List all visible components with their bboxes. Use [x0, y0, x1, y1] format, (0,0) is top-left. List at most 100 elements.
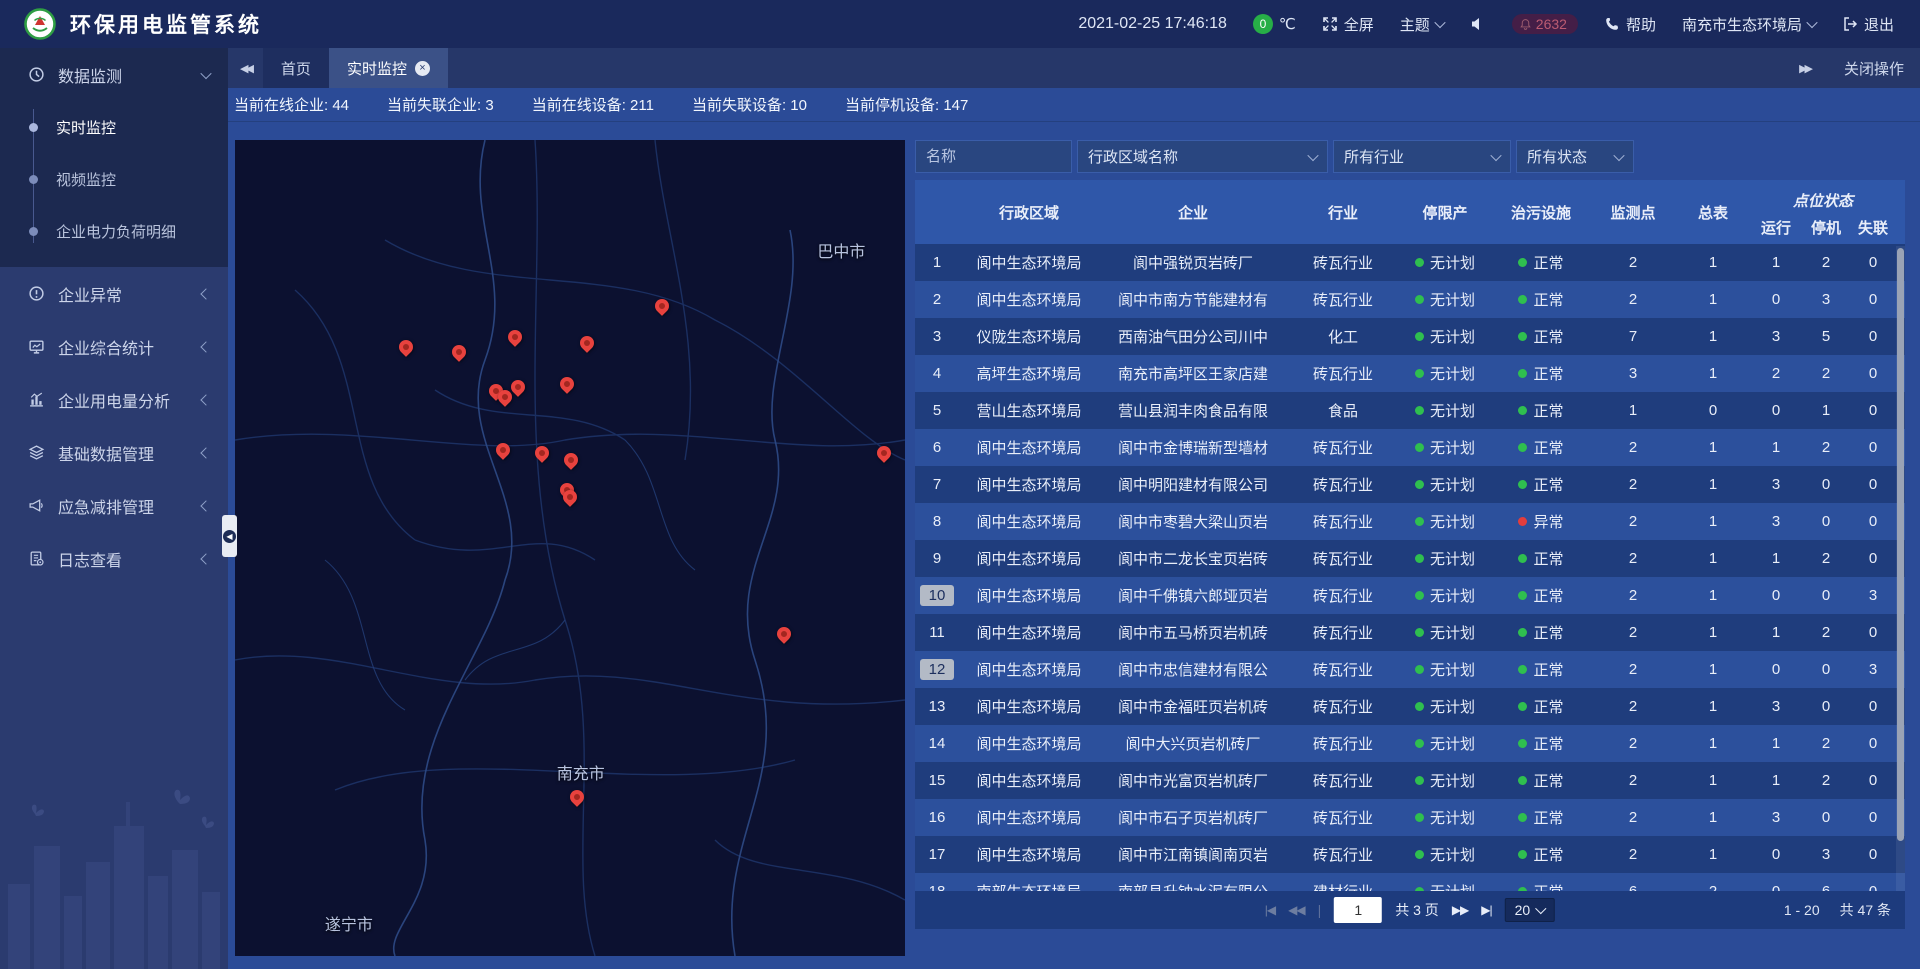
tab-首页[interactable]: 首页	[263, 48, 329, 88]
cell-industry: 砖瓦行业	[1287, 770, 1399, 791]
cell-run: 3	[1751, 328, 1801, 345]
table-row[interactable]: 6阆中生态环境局阆中市金博瑞新型墙材砖瓦行业无计划正常21120	[915, 429, 1905, 466]
cell-meter: 1	[1675, 439, 1751, 456]
first-page-button[interactable]: |◀	[1265, 903, 1275, 917]
tab-close-icon[interactable]: ×	[415, 61, 430, 76]
sidebar-item-6[interactable]: 日志查看	[0, 532, 228, 585]
table-row[interactable]: 9阆中生态环境局阆中市二龙长宝页岩砖砖瓦行业无计划正常21120	[915, 540, 1905, 577]
table-row[interactable]: 5营山生态环境局营山县润丰肉食品有限食品无计划正常10010	[915, 392, 1905, 429]
table-row[interactable]: 14阆中生态环境局阆中大兴页岩机砖厂砖瓦行业无计划正常21120	[915, 725, 1905, 762]
sidebar-item-4[interactable]: 基础数据管理	[0, 426, 228, 479]
cell-industry: 砖瓦行业	[1287, 622, 1399, 643]
region-filter-select[interactable]: 行政区域名称	[1077, 140, 1328, 173]
status-text: 无计划	[1430, 292, 1475, 309]
table-row[interactable]: 8阆中生态环境局阆中市枣碧大梁山页岩砖瓦行业无计划异常21300	[915, 503, 1905, 540]
table-row[interactable]: 1阆中生态环境局阆中强锐页岩砖厂砖瓦行业无计划正常21120	[915, 244, 1905, 281]
row-index: 9	[915, 550, 959, 567]
table-row[interactable]: 17阆中生态环境局阆中市江南镇阆南页岩砖瓦行业无计划正常21030	[915, 836, 1905, 873]
cell-halt: 5	[1801, 328, 1851, 345]
table-row[interactable]: 12阆中生态环境局阆中市忠信建材有限公砖瓦行业无计划正常21003	[915, 651, 1905, 688]
cell-region: 高坪生态环境局	[959, 363, 1099, 384]
status-ok-dot	[1518, 739, 1527, 748]
table-row[interactable]: 2阆中生态环境局阆中市南方节能建材有砖瓦行业无计划正常21030	[915, 281, 1905, 318]
name-filter-input[interactable]	[915, 140, 1072, 173]
table-row[interactable]: 3仪陇生态环境局西南油气田分公司川中化工无计划正常71350	[915, 318, 1905, 355]
cell-meter: 1	[1675, 735, 1751, 752]
cell-halt: 1	[1801, 402, 1851, 419]
table-row[interactable]: 7阆中生态环境局阆中明阳建材有限公司砖瓦行业无计划正常21300	[915, 466, 1905, 503]
page-size-select[interactable]: 20	[1505, 898, 1556, 922]
status-ok-dot	[1415, 332, 1424, 341]
cell-lost: 3	[1851, 661, 1895, 678]
close-operations-button[interactable]: 关闭操作	[1844, 58, 1904, 79]
cell-halt: 3	[1801, 846, 1851, 863]
help-button[interactable]: 帮助	[1604, 14, 1656, 35]
tabs-scroll-right-icon[interactable]: ▶▶	[1787, 62, 1822, 75]
cell-run: 3	[1751, 476, 1801, 493]
tabs-scroll-left-icon[interactable]: ◀◀	[228, 62, 263, 75]
cell-stop-status: 无计划	[1399, 881, 1491, 891]
cell-points: 2	[1591, 772, 1675, 789]
prev-page-button[interactable]: ◀◀	[1288, 903, 1304, 917]
table-scrollbar[interactable]	[1896, 246, 1905, 891]
table-row[interactable]: 4高坪生态环境局南充市高坪区王家店建砖瓦行业无计划正常31220	[915, 355, 1905, 392]
cell-stop-status: 无计划	[1399, 326, 1491, 347]
sidebar-subitem[interactable]: 视频监控	[0, 153, 228, 205]
pagination-bar: |◀ ◀◀ | 共 3 页 ▶▶ ▶| 20 1 - 20 共 47 条	[915, 891, 1905, 929]
cell-industry: 砖瓦行业	[1287, 807, 1399, 828]
org-dropdown[interactable]: 南充市生态环境局	[1682, 14, 1816, 35]
cell-run: 3	[1751, 698, 1801, 715]
last-page-button[interactable]: ▶|	[1481, 903, 1491, 917]
status-text: 正常	[1533, 625, 1563, 642]
theme-dropdown[interactable]: 主题	[1400, 14, 1444, 35]
monitor-stats-icon	[28, 338, 45, 355]
table-row[interactable]: 18南部生态环境局南部县升钟水泥有限公建材行业无计划正常62060	[915, 873, 1905, 891]
cell-points: 2	[1591, 587, 1675, 604]
next-page-button[interactable]: ▶▶	[1452, 903, 1468, 917]
sidebar-subitem-label: 企业电力负荷明细	[56, 221, 176, 242]
status-text: 无计划	[1430, 366, 1475, 383]
sidebar-item-5[interactable]: 应急减排管理	[0, 479, 228, 532]
table-row[interactable]: 13阆中生态环境局阆中市金福旺页岩机砖砖瓦行业无计划正常21300	[915, 688, 1905, 725]
filter-bar: 行政区域名称 所有行业 所有状态	[915, 140, 1905, 173]
cell-company: 南部县升钟水泥有限公	[1099, 881, 1287, 891]
cell-points: 2	[1591, 550, 1675, 567]
fullscreen-button[interactable]: 全屏	[1322, 14, 1374, 35]
table-row[interactable]: 16阆中生态环境局阆中市石子页岩机砖厂砖瓦行业无计划正常21300	[915, 799, 1905, 836]
industry-filter-select[interactable]: 所有行业	[1333, 140, 1511, 173]
tab-实时监控[interactable]: 实时监控×	[329, 48, 448, 88]
table-row[interactable]: 10阆中生态环境局阆中千佛镇六郎垭页岩砖瓦行业无计划正常21003	[915, 577, 1905, 614]
page-number-input[interactable]	[1334, 897, 1382, 923]
cell-lost: 0	[1851, 291, 1895, 308]
cell-facility-status: 正常	[1491, 474, 1591, 495]
sidebar-subitem[interactable]: 企业电力负荷明细	[0, 205, 228, 257]
row-index: 10	[915, 585, 959, 606]
scrollbar-thumb[interactable]	[1897, 248, 1904, 841]
cell-halt: 6	[1801, 883, 1851, 891]
sidebar-item-0[interactable]: 数据监测	[0, 48, 228, 101]
cell-industry: 砖瓦行业	[1287, 696, 1399, 717]
status-ok-dot	[1415, 406, 1424, 415]
row-index: 4	[915, 365, 959, 382]
status-ok-dot	[1518, 628, 1527, 637]
status-text: 无计划	[1430, 699, 1475, 716]
table-row[interactable]: 11阆中生态环境局阆中市五马桥页岩机砖砖瓦行业无计划正常21120	[915, 614, 1905, 651]
logout-button[interactable]: 退出	[1842, 14, 1894, 35]
map-panel[interactable]: 巴中市南充市遂宁市	[235, 140, 905, 956]
sidebar-subitem[interactable]: 实时监控	[0, 101, 228, 153]
sound-toggle[interactable]	[1470, 16, 1486, 32]
cell-facility-status: 正常	[1491, 252, 1591, 273]
notification-badge[interactable]: 2632	[1512, 14, 1578, 34]
sidebar-item-1[interactable]: 企业异常	[0, 267, 228, 320]
status-ok-dot	[1415, 443, 1424, 452]
sidebar-item-3[interactable]: 企业用电量分析	[0, 373, 228, 426]
status-filter-select[interactable]: 所有状态	[1516, 140, 1634, 173]
cell-industry: 砖瓦行业	[1287, 659, 1399, 680]
sidebar-item-2[interactable]: 企业综合统计	[0, 320, 228, 373]
table-row[interactable]: 15阆中生态环境局阆中市光富页岩机砖厂砖瓦行业无计划正常21120	[915, 762, 1905, 799]
col-points: 监测点	[1591, 202, 1675, 223]
cell-facility-status: 正常	[1491, 326, 1591, 347]
cell-region: 南部生态环境局	[959, 881, 1099, 891]
sidebar-collapse-handle[interactable]: ◀	[222, 515, 237, 557]
status-text: 正常	[1533, 588, 1563, 605]
